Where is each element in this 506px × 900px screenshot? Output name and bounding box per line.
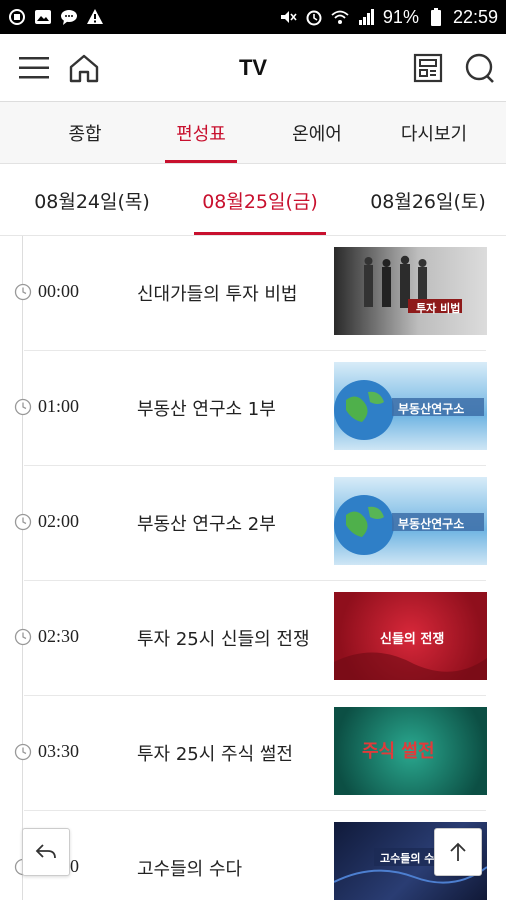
program-title: 신대가들의 투자 비법: [137, 284, 298, 305]
tab-active-indicator: [165, 160, 237, 163]
list-item[interactable]: 00:00 신대가들의 투자 비법 투자 비법: [0, 236, 506, 351]
program-thumbnail: 신들의 전쟁: [334, 592, 487, 680]
clock-icon: [14, 743, 32, 761]
thumbnail-caption: 부동산연구소: [398, 402, 465, 416]
schedule-list: 00:00 신대가들의 투자 비법 투자 비법 01:00 부동산 연구소 1부: [0, 236, 506, 900]
program-thumbnail: 부동산연구소: [334, 362, 487, 450]
program-thumbnail: 주식 썰전: [334, 707, 487, 795]
program-title: 부동산 연구소 1부: [137, 399, 276, 420]
battery-percent: 91%: [382, 6, 419, 27]
tab-schedule[interactable]: 편성표: [156, 102, 246, 164]
date-prev[interactable]: 08월24일(목): [20, 164, 164, 236]
app-header: TV: [0, 34, 506, 102]
status-bar-left: [8, 8, 104, 26]
mute-icon: [279, 8, 297, 26]
thumbnail-caption: 신들의 전쟁: [380, 632, 445, 647]
home-icon[interactable]: [64, 48, 104, 88]
tab-on-air[interactable]: 온에어: [272, 102, 362, 164]
hamburger-menu-icon[interactable]: [14, 48, 54, 88]
thumbnail-caption: 부동산연구소: [398, 517, 465, 531]
clock-icon: [14, 628, 32, 646]
list-item[interactable]: 03:30 고수들의 수다 고수들의 수다: [0, 811, 506, 900]
list-item[interactable]: 03:30 투자 25시 주식 썰전 주식 썰전: [0, 696, 506, 811]
tab-overview[interactable]: 종합: [40, 102, 130, 164]
list-item[interactable]: 02:30 투자 25시 신들의 전쟁 신들의 전쟁: [0, 581, 506, 696]
alarm-icon: [305, 8, 323, 26]
program-title: 부동산 연구소 2부: [137, 514, 276, 535]
clock-icon: [14, 513, 32, 531]
status-time: 22:59: [452, 6, 498, 27]
status-bar-right: 91% 22:59: [279, 7, 498, 28]
program-title: 고수들의 수다: [137, 859, 243, 880]
back-arrow-icon: [35, 844, 56, 859]
program-thumbnail: 부동산연구소: [334, 477, 487, 565]
status-bar: 91% 22:59: [0, 0, 506, 34]
scroll-top-button[interactable]: [434, 828, 482, 876]
program-time: 03:30: [38, 741, 80, 761]
date-next[interactable]: 08월26일(토): [356, 164, 500, 236]
battery-icon: [427, 8, 445, 26]
date-current[interactable]: 08월25일(금): [188, 164, 332, 236]
program-time: 00:00: [38, 281, 80, 301]
warning-icon: [86, 8, 104, 26]
arrow-up-icon: [450, 842, 466, 861]
program-title: 투자 25시 신들의 전쟁: [137, 629, 310, 650]
list-item[interactable]: 01:00 부동산 연구소 1부 부동산연구소: [0, 351, 506, 466]
back-button[interactable]: [22, 828, 70, 876]
program-time: 02:00: [38, 511, 80, 531]
program-thumbnail: 투자 비법: [334, 247, 487, 335]
program-time: 01:00: [38, 396, 80, 416]
clock-icon: [14, 398, 32, 416]
chat-icon: [60, 8, 78, 26]
category-tabs: 종합 편성표 온에어 다시보기: [0, 102, 506, 164]
app-notification-icon: [8, 8, 26, 26]
date-active-indicator: [194, 232, 326, 235]
date-selector: 08월24일(목) 08월25일(금) 08월26일(토): [0, 164, 506, 236]
program-title: 투자 25시 주식 썰전: [137, 744, 293, 765]
clock-icon: [14, 283, 32, 301]
thumbnail-caption: 투자 비법: [416, 302, 461, 315]
thumbnail-caption: 주식 썰전: [362, 741, 435, 762]
list-item[interactable]: 02:00 부동산 연구소 2부 부동산연구소: [0, 466, 506, 581]
signal-icon: [357, 8, 375, 26]
newspaper-icon[interactable]: [408, 48, 448, 88]
wifi-icon: [331, 8, 349, 26]
search-icon[interactable]: [460, 48, 500, 88]
image-icon: [34, 8, 52, 26]
program-time: 02:30: [38, 626, 80, 646]
tab-replay[interactable]: 다시보기: [384, 102, 484, 164]
